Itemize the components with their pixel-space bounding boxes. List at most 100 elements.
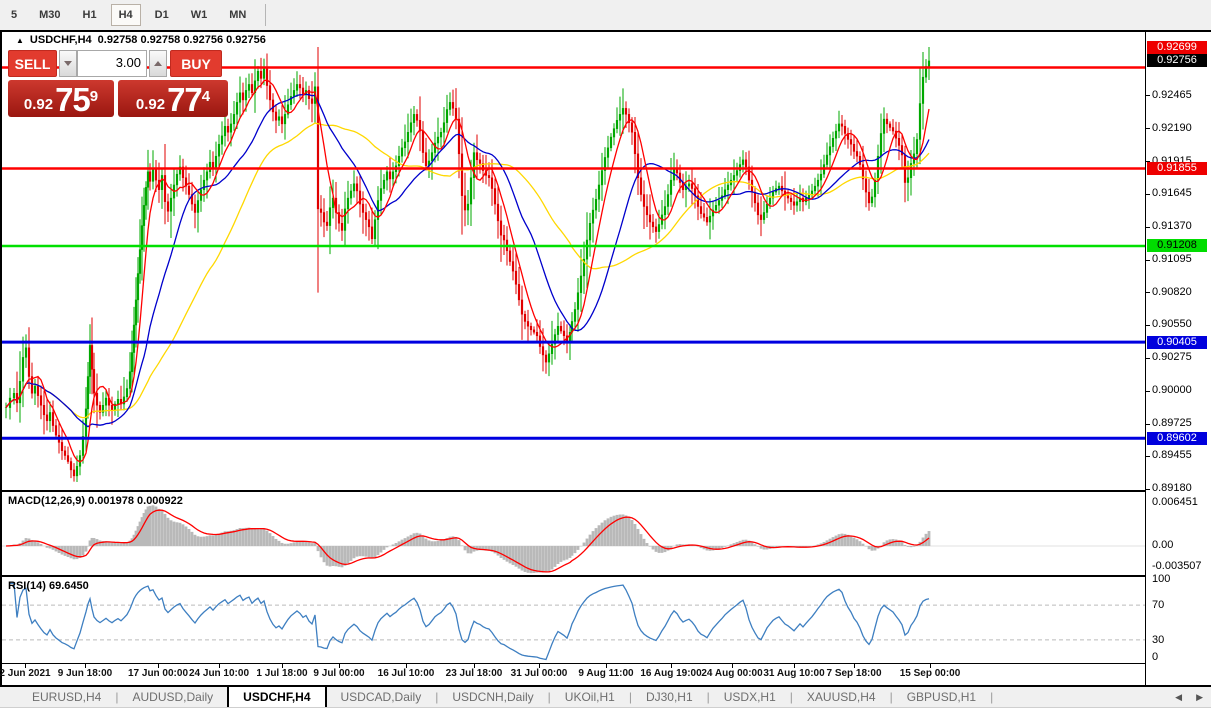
time-tick-label: 2 Jun 2021 [0, 668, 51, 679]
price-tick-label: 0.91370 [1152, 220, 1192, 233]
chart-tab-usdcnh[interactable]: USDCNH,Daily [438, 687, 547, 707]
price-badge-support-1: 0.90405 [1147, 336, 1207, 349]
price-tick-label: 0.92190 [1152, 122, 1192, 135]
price-tick-label: 0.89455 [1152, 449, 1192, 462]
rsi-scale-label: 30 [1152, 634, 1164, 647]
tab-separator: | [990, 687, 993, 707]
sell-price-big: 75 [55, 84, 90, 115]
tab-scroll-right-icon[interactable]: ▶ [1196, 692, 1203, 703]
price-tick-label: 0.89725 [1152, 417, 1192, 430]
macd-histogram [6, 505, 929, 573]
chart-tab-xauusd[interactable]: XAUUSD,H4 [793, 687, 890, 707]
rsi-line [10, 583, 929, 659]
time-tick-label: 24 Aug 00:00 [701, 668, 762, 679]
tick-direction-up-icon: ▲ [16, 36, 24, 45]
time-tick-label: 23 Jul 18:00 [446, 668, 503, 679]
macd-scale-label: 0.006451 [1152, 496, 1198, 509]
time-tick-label: 7 Sep 18:00 [826, 668, 881, 679]
macd-scale-label: 0.00 [1152, 539, 1173, 552]
price-tick [1145, 95, 1150, 96]
timeframe-button-m30[interactable]: M30 [31, 4, 68, 26]
chart-ohlc-values: 0.92758 0.92758 0.92756 0.92756 [98, 34, 266, 46]
timeframe-button-h4[interactable]: H4 [111, 4, 141, 26]
price-tick [1145, 358, 1150, 359]
chart-tab-eurusd[interactable]: EURUSD,H4 [18, 687, 115, 707]
chart-tab-usdx[interactable]: USDX,H1 [710, 687, 790, 707]
rsi-panel[interactable] [2, 577, 1145, 663]
price-badge-current-price: 0.92756 [1147, 54, 1207, 67]
price-tick-label: 0.91645 [1152, 187, 1192, 200]
tab-scroll-left-icon[interactable]: ◀ [1175, 692, 1182, 703]
price-badge-pivot: 0.91208 [1147, 239, 1207, 252]
timeframe-button-5[interactable]: 5 [3, 4, 25, 26]
rsi-indicator-label: RSI(14) 69.6450 [8, 580, 89, 592]
price-tick [1145, 456, 1150, 457]
price-tick [1145, 391, 1150, 392]
price-tick [1145, 128, 1150, 129]
timeframe-button-mn[interactable]: MN [221, 4, 254, 26]
price-badge-resistance-2: 0.91855 [1147, 162, 1207, 175]
price-tick [1145, 325, 1150, 326]
price-tick-label: 0.92465 [1152, 89, 1192, 102]
price-tick-label: 0.90550 [1152, 318, 1192, 331]
sell-price-prefix: 0.92 [24, 95, 53, 115]
sell-button[interactable]: SELL [8, 50, 57, 77]
price-tick-label: 0.90820 [1152, 286, 1192, 299]
volume-input[interactable]: 3.00 [77, 50, 147, 77]
rsi-scale-label: 0 [1152, 651, 1158, 664]
price-tick-label: 0.90000 [1152, 384, 1192, 397]
ma-line [6, 94, 929, 426]
timeframe-button-h1[interactable]: H1 [75, 4, 105, 26]
rsi-scale-label: 70 [1152, 599, 1164, 612]
chart-tab-usdcad[interactable]: USDCAD,Daily [327, 687, 436, 707]
price-tick [1145, 292, 1150, 293]
price-badge-resistance-1: 0.92699 [1147, 41, 1207, 54]
timeframe-button-w1[interactable]: W1 [183, 4, 216, 26]
time-tick-label: 17 Jun 00:00 [128, 668, 188, 679]
chart-tab-dj30[interactable]: DJ30,H1 [632, 687, 707, 707]
buy-price-pip: 4 [202, 80, 210, 114]
chart-tab-usdchf[interactable]: USDCHF,H4 [227, 687, 326, 707]
volume-decrease-button[interactable] [59, 50, 77, 77]
macd-scale-label: -0.003507 [1152, 560, 1202, 573]
triangle-down-icon [64, 61, 72, 66]
chart-tab-bar: EURUSD,H4 | AUDUSD,DailyUSDCHF,H4USDCAD,Da… [0, 687, 1211, 708]
time-tick-label: 16 Jul 10:00 [378, 668, 435, 679]
one-click-trade-panel: SELL 3.00 BUY 0.92 75 9 0.92 77 4 [8, 50, 230, 117]
price-tick [1145, 227, 1150, 228]
chart-symbol-period: USDCHF,H4 [30, 34, 92, 46]
buy-quote-box[interactable]: 0.92 77 4 [118, 80, 228, 117]
sell-quote-box[interactable]: 0.92 75 9 [8, 80, 114, 117]
time-tick-label: 9 Jul 00:00 [313, 668, 364, 679]
chart-tab-ukoil[interactable]: UKOil,H1 [551, 687, 629, 707]
price-badge-support-2: 0.89602 [1147, 432, 1207, 445]
buy-price-big: 77 [167, 84, 202, 115]
window-top-border [0, 30, 1211, 32]
price-tick-label: 0.90275 [1152, 351, 1192, 364]
timeframe-toolbar: 5 M30 H1 H4 D1 W1MN [0, 0, 1211, 30]
timeframe-button-d1[interactable]: D1 [147, 4, 177, 26]
price-tick [1145, 489, 1150, 490]
rsi-scale-label: 100 [1152, 573, 1170, 586]
time-tick-label: 31 Jul 00:00 [511, 668, 568, 679]
trade-panel-controls: SELL 3.00 BUY [8, 50, 230, 77]
chart-tab-audusd[interactable]: AUDUSD,Daily [118, 687, 227, 707]
buy-price-prefix: 0.92 [136, 95, 165, 115]
mt4-terminal: 5 M30 H1 H4 D1 W1MN ▲ USDCHF,H4 0.92758 0.927… [0, 0, 1211, 708]
time-tick-label: 9 Jun 18:00 [58, 668, 112, 679]
chart-title: ▲ USDCHF,H4 0.92758 0.92758 0.92756 0.92… [12, 33, 270, 47]
triangle-up-icon [154, 61, 162, 66]
price-tick-label: 0.91095 [1152, 253, 1192, 266]
tab-scroll-arrows: ◀▶ [1175, 687, 1203, 708]
chart-tab-gbpusd[interactable]: GBPUSD,H1 [893, 687, 990, 707]
price-tick-label: 0.89180 [1152, 482, 1192, 495]
price-tick [1145, 260, 1150, 261]
ma-line [6, 80, 929, 462]
time-tick-label: 24 Jun 10:00 [189, 668, 249, 679]
time-axis-line [2, 663, 1145, 664]
buy-button[interactable]: BUY [170, 50, 222, 77]
volume-increase-button[interactable] [149, 50, 167, 77]
time-tick-label: 31 Aug 10:00 [763, 668, 824, 679]
time-tick-label: 16 Aug 19:00 [640, 668, 701, 679]
time-tick-label: 9 Aug 11:00 [578, 668, 633, 679]
